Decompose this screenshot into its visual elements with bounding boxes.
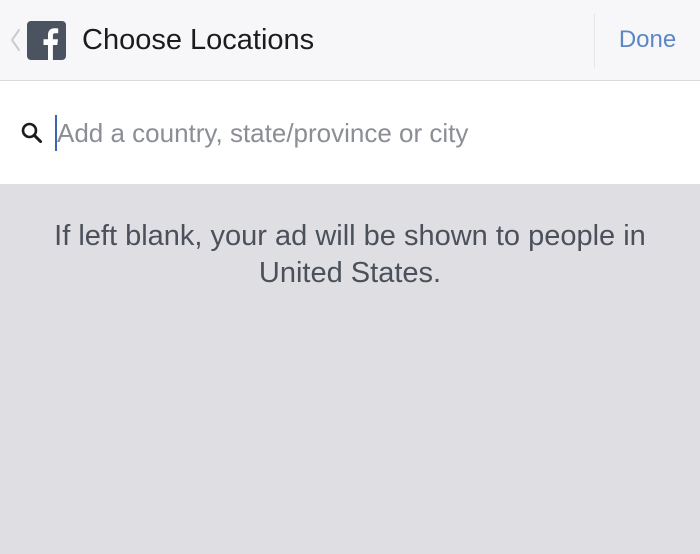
facebook-logo-icon[interactable] [27, 21, 66, 60]
done-button[interactable]: Done [595, 0, 700, 80]
text-cursor [55, 115, 57, 151]
chevron-left-icon[interactable] [8, 24, 22, 56]
page-title: Choose Locations [82, 24, 315, 56]
default-location-info: If left blank, your ad will be shown to … [54, 220, 646, 289]
location-search-input[interactable] [54, 113, 677, 153]
search-bar [0, 81, 700, 184]
search-icon [21, 122, 42, 143]
header-bar: Choose Locations Done [0, 0, 700, 81]
